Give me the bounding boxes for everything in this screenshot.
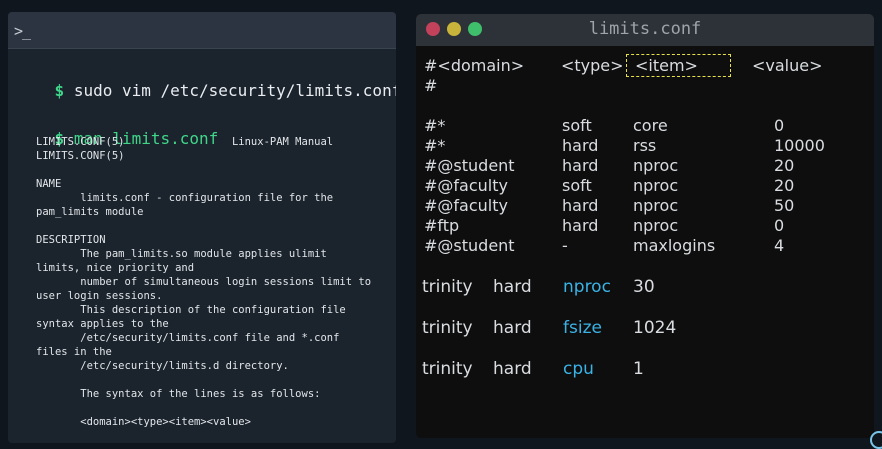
comment-row-value: 10000 bbox=[774, 136, 825, 155]
comment-row-value: 4 bbox=[774, 236, 785, 255]
comment-row-domain: #@faculty bbox=[424, 176, 508, 195]
comment-row-item: core bbox=[633, 116, 668, 135]
entry-row-value: 1024 bbox=[633, 318, 677, 338]
comment-row-item: maxlogins bbox=[633, 236, 716, 255]
comment-row-type: soft bbox=[562, 176, 592, 195]
prompt-dollar: $ bbox=[54, 81, 65, 100]
comment-row-domain: #* bbox=[424, 136, 446, 155]
man-page-line bbox=[36, 401, 396, 415]
entry-row-value: 1 bbox=[633, 359, 644, 379]
entry-row-item: nproc bbox=[563, 277, 611, 297]
hash-line: # bbox=[424, 76, 438, 95]
comment-row-type: hard bbox=[562, 216, 599, 235]
comment-row-type: hard bbox=[562, 196, 599, 215]
comment-row-item: nproc bbox=[633, 176, 679, 195]
man-page-line: <domain><type><item><value> bbox=[36, 416, 251, 428]
man-page-line: limits, nice priority and bbox=[36, 262, 195, 274]
entry-row-item: cpu bbox=[563, 359, 594, 379]
entry-row-type: hard bbox=[493, 359, 532, 379]
header-type: <type> bbox=[561, 56, 624, 75]
man-page-line: user login sessions. bbox=[36, 290, 163, 302]
comment-row-value: 0 bbox=[774, 216, 785, 235]
man-page-line: LIMITS.CONF(5) Linux-PAM Manual bbox=[36, 136, 334, 148]
entry-row-value: 30 bbox=[633, 277, 655, 297]
man-page-output: LIMITS.CONF(5) Linux-PAM Manual LIMITS.CO… bbox=[36, 135, 396, 429]
comment-row-item: nproc bbox=[633, 196, 679, 215]
man-page-line: /etc/security/limits.d directory. bbox=[36, 360, 289, 372]
man-page-line: The pam_limits.so module applies ulimit bbox=[36, 248, 327, 260]
comment-row-domain: #* bbox=[424, 116, 446, 135]
command-text: sudo vim /etc/security/limits.conf bbox=[73, 81, 396, 100]
comment-row-item: rss bbox=[633, 136, 657, 155]
man-page-line bbox=[36, 373, 396, 387]
comment-row-type: hard bbox=[562, 136, 599, 155]
header-domain: #<domain> bbox=[424, 56, 525, 75]
entry-row-item: fsize bbox=[563, 318, 602, 338]
editor-window: limits.conf #<domain> <type> <item> <val… bbox=[416, 14, 874, 438]
comment-row-value: 0 bbox=[774, 116, 785, 135]
comment-row-item: nproc bbox=[633, 216, 679, 235]
window-titlebar: limits.conf bbox=[416, 14, 874, 46]
man-page-line: DESCRIPTION bbox=[36, 234, 106, 246]
man-page-line: limits.conf - configuration file for the bbox=[36, 192, 334, 204]
comment-row-domain: #@student bbox=[424, 236, 515, 255]
comment-row-item: nproc bbox=[633, 156, 679, 175]
comment-row-value: 50 bbox=[774, 196, 795, 215]
terminal-header: >_ bbox=[8, 12, 396, 49]
entry-row-domain: trinity bbox=[422, 277, 473, 297]
man-page-line: The syntax of the lines is as follows: bbox=[36, 388, 321, 400]
man-page-line bbox=[36, 219, 396, 233]
comment-row-domain: #@student bbox=[424, 156, 515, 175]
comment-row-type: soft bbox=[562, 116, 592, 135]
window-title: limits.conf bbox=[588, 19, 702, 39]
man-page-line: syntax applies to the bbox=[36, 318, 169, 330]
man-page-line: LIMITS.CONF(5) bbox=[36, 150, 125, 162]
comment-row-value: 20 bbox=[774, 156, 795, 175]
entry-row-type: hard bbox=[493, 318, 532, 338]
entry-row-type: hard bbox=[493, 277, 532, 297]
man-page-line: pam_limits module bbox=[36, 206, 144, 218]
comment-row-value: 20 bbox=[774, 176, 795, 195]
man-page-line: files in the bbox=[36, 346, 112, 358]
comment-row-type: - bbox=[562, 236, 568, 255]
comment-row-domain: #ftp bbox=[424, 216, 460, 235]
man-page-line bbox=[36, 163, 396, 177]
comment-row-domain: #@faculty bbox=[424, 196, 508, 215]
terminal-prompt-icon: >_ bbox=[14, 22, 31, 40]
corner-circle-icon bbox=[870, 431, 882, 449]
man-page-line: NAME bbox=[36, 178, 62, 190]
comment-row-type: hard bbox=[562, 156, 599, 175]
header-value: <value> bbox=[752, 56, 823, 75]
entry-row-domain: trinity bbox=[422, 318, 473, 338]
header-item: <item> bbox=[635, 56, 698, 75]
man-page-line: This description of the configuration fi… bbox=[36, 304, 346, 316]
man-page-line: number of simultaneous login sessions li… bbox=[36, 276, 372, 288]
entry-row-domain: trinity bbox=[422, 359, 473, 379]
man-page-line: /etc/security/limits.conf file and *.con… bbox=[36, 332, 340, 344]
terminal-panel: >_ $ sudo vim /etc/security/limits.conf … bbox=[8, 12, 396, 443]
